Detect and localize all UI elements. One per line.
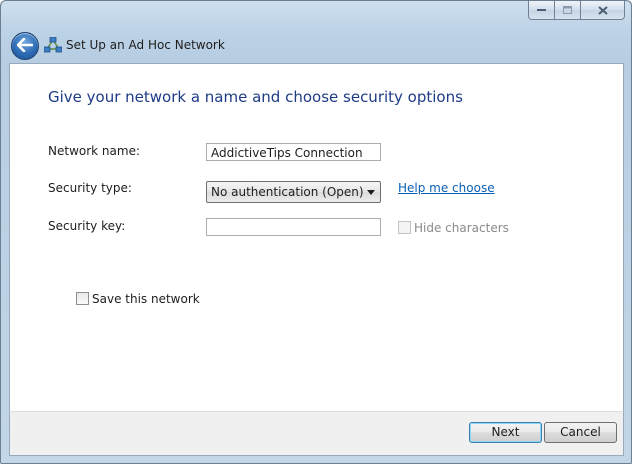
network-name-label: Network name:	[48, 144, 140, 158]
dialog-window: Set Up an Ad Hoc Network Give your netwo…	[0, 0, 632, 464]
footer-bar: Next Cancel	[9, 411, 624, 456]
caption-buttons	[528, 1, 625, 21]
minimize-icon	[536, 8, 547, 12]
back-button[interactable]	[11, 32, 39, 60]
ad-hoc-network-icon	[43, 36, 63, 53]
hide-characters-checkbox[interactable]	[398, 221, 411, 234]
network-name-input[interactable]: AddictiveTips Connection	[206, 143, 381, 161]
close-button[interactable]	[581, 1, 625, 20]
page-heading: Give your network a name and choose secu…	[48, 88, 463, 106]
security-key-label: Security key:	[48, 219, 126, 233]
minimize-button[interactable]	[528, 1, 555, 20]
save-network-checkbox[interactable]	[76, 292, 89, 305]
maximize-button[interactable]	[555, 1, 581, 20]
security-type-label: Security type:	[48, 181, 132, 195]
maximize-icon	[562, 5, 573, 15]
save-network-label: Save this network	[92, 292, 200, 306]
next-button[interactable]: Next	[469, 422, 542, 443]
hide-characters-label: Hide characters	[414, 221, 509, 235]
window-title: Set Up an Ad Hoc Network	[66, 38, 225, 52]
help-me-choose-link[interactable]: Help me choose	[398, 181, 495, 195]
cancel-button[interactable]: Cancel	[544, 422, 617, 443]
security-type-value: No authentication (Open)	[211, 185, 364, 199]
security-key-input[interactable]	[206, 218, 381, 236]
back-arrow-icon	[16, 37, 34, 55]
security-type-dropdown[interactable]: No authentication (Open)	[206, 181, 381, 203]
chevron-down-icon	[367, 190, 375, 195]
content-area: Give your network a name and choose secu…	[9, 63, 624, 412]
close-icon	[597, 5, 608, 15]
